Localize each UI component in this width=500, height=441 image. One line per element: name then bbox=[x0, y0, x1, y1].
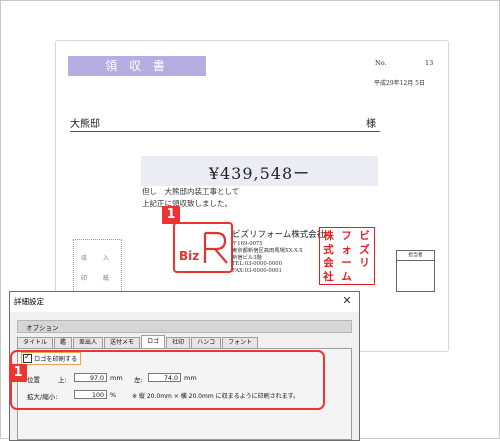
recipient-honorific: 様 bbox=[366, 119, 376, 130]
receipt-number-label: No. bbox=[375, 59, 387, 67]
revenue-stamp-label1: 収 入 bbox=[80, 255, 114, 262]
receipt-number-value: 13 bbox=[425, 59, 434, 67]
seal-column-3: ビズリ bbox=[359, 230, 370, 269]
tab-kagami[interactable]: 鑑 bbox=[54, 337, 73, 348]
tab-memo[interactable]: 送付メモ bbox=[104, 337, 141, 348]
staff-stamp-box: 担当者 bbox=[396, 250, 435, 292]
seal-column-1: 株式会社 bbox=[323, 230, 334, 283]
company-name: ビズリフォーム株式会社 bbox=[232, 230, 326, 240]
company-seal: 株式会社 フォーム ビズリ bbox=[319, 227, 375, 285]
highlight-outline bbox=[10, 350, 325, 410]
logo-text: Biz bbox=[179, 249, 199, 263]
receipt-note-line2: 上記正に領収致しました。 bbox=[142, 199, 232, 208]
recipient-underline bbox=[70, 131, 380, 132]
revenue-stamp-label2: 印 紙 bbox=[80, 275, 114, 282]
receipt-date: 平成29年12月 5日 bbox=[374, 80, 425, 87]
options-group-header: オプション bbox=[17, 320, 352, 333]
company-address: 〒169-0075 東京都新宿区高田馬場XX-X-X 新宿ビル3階 TEL:03… bbox=[232, 241, 303, 275]
close-icon[interactable]: ✕ bbox=[341, 294, 353, 308]
options-group-label: オプション bbox=[26, 324, 59, 332]
settings-tabs: タイトル 鑑 差出人 送付メモ ロゴ 社印 ハンコ フォント bbox=[17, 335, 259, 348]
amount-value: ¥439,548ー bbox=[208, 164, 311, 183]
callout-badge-logo: 1 bbox=[162, 206, 180, 224]
biz-logo-icon: Biz bbox=[179, 231, 228, 264]
staff-stamp-label: 担当者 bbox=[397, 251, 434, 261]
dialog-title: 詳細設定 bbox=[14, 297, 44, 306]
recipient-name: 大熊邸 bbox=[70, 119, 100, 130]
tab-sender[interactable]: 差出人 bbox=[73, 337, 104, 348]
receipt-note-line1: 但し 大熊邸内装工事として bbox=[142, 187, 240, 196]
tab-hanko[interactable]: ハンコ bbox=[191, 337, 222, 348]
tab-company-seal[interactable]: 社印 bbox=[166, 337, 191, 348]
callout-badge-settings: 1 bbox=[9, 364, 27, 382]
company-logo: Biz bbox=[173, 222, 233, 273]
amount-band: ¥439,548ー bbox=[141, 156, 378, 186]
dialog-titlebar: 詳細設定 ✕ bbox=[10, 292, 359, 312]
receipt-title: 領 収 書 bbox=[68, 56, 206, 76]
tab-font[interactable]: フォント bbox=[222, 337, 259, 348]
tab-logo[interactable]: ロゴ bbox=[141, 335, 166, 348]
seal-column-2: フォーム bbox=[341, 230, 352, 283]
tab-title[interactable]: タイトル bbox=[17, 337, 54, 348]
